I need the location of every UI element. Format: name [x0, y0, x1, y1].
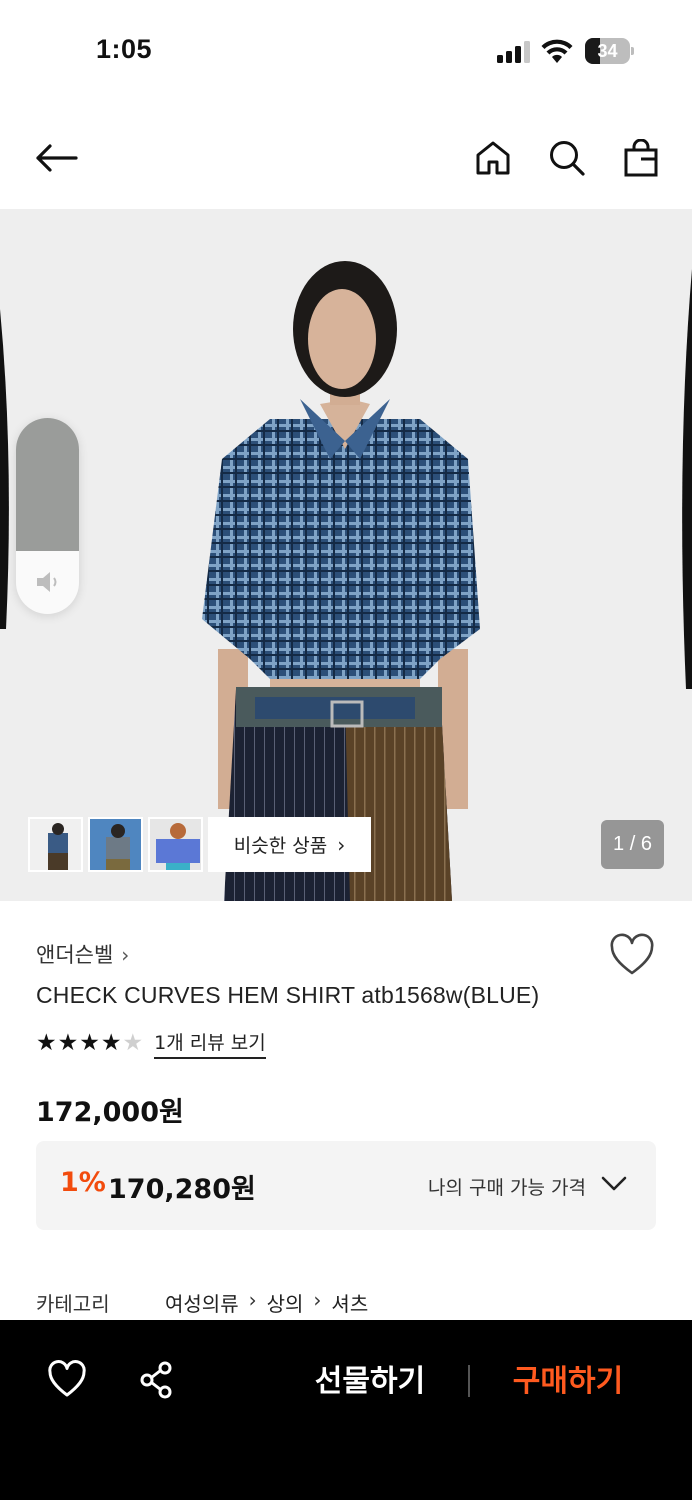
- star-rating: ★ ★ ★ ★ ★: [36, 1030, 144, 1056]
- battery-percent: 34: [597, 41, 618, 61]
- home-button[interactable]: [469, 134, 517, 182]
- thumbnail-3[interactable]: [148, 817, 203, 872]
- bottom-action-bar: 선물하기 구매하기: [0, 1320, 692, 1500]
- similar-products-label: 비슷한 상품: [233, 835, 328, 857]
- category-item[interactable]: 여성의류: [165, 1288, 239, 1317]
- thumbnail-image: [150, 819, 201, 870]
- bottom-wishlist-button[interactable]: [47, 1360, 87, 1400]
- chevron-right-icon: ›: [313, 1288, 322, 1312]
- star-filled-icon: ★: [79, 1030, 100, 1056]
- category-item[interactable]: 상의: [267, 1288, 304, 1317]
- thumbnail-image: [90, 819, 141, 870]
- wishlist-button[interactable]: [608, 933, 656, 979]
- heart-icon: [48, 1360, 86, 1397]
- buy-button[interactable]: 구매하기: [488, 1360, 648, 1404]
- thumbnail-1[interactable]: [28, 817, 83, 872]
- arrow-left-icon: [36, 144, 78, 172]
- chevron-right-icon: ›: [248, 1288, 257, 1312]
- star-empty-icon: ★: [122, 1030, 144, 1056]
- search-icon: [550, 141, 585, 176]
- back-button[interactable]: [32, 134, 80, 182]
- home-icon: [476, 141, 510, 175]
- image-page-counter: 1 / 6: [601, 820, 664, 869]
- volume-level: [16, 418, 79, 552]
- chevron-right-icon: ›: [121, 943, 130, 967]
- star-filled-icon: ★: [57, 1030, 79, 1056]
- brand-link[interactable]: 앤더슨벨 ›: [36, 939, 129, 969]
- gift-button[interactable]: 선물하기: [290, 1360, 450, 1404]
- chevron-right-icon: ›: [337, 832, 346, 857]
- share-button[interactable]: [137, 1360, 177, 1400]
- original-price: 172,000원: [36, 1097, 184, 1128]
- wifi-icon: [541, 39, 573, 63]
- top-nav-bar: [0, 110, 692, 205]
- search-button[interactable]: [543, 134, 591, 182]
- rating-row: ★ ★ ★ ★ ★ 1개 리뷰 보기: [36, 1028, 266, 1059]
- speaker-icon: [37, 572, 57, 592]
- divider: [468, 1365, 470, 1397]
- product-image-gallery[interactable]: [0, 209, 692, 901]
- my-price-box[interactable]: 1% 170,280원 나의 구매 가능 가격: [36, 1141, 656, 1230]
- category-label: 카테고리: [36, 1292, 110, 1316]
- chevron-down-icon: [601, 1176, 627, 1191]
- category-breadcrumb: 여성의류 › 상의 › 셔츠: [165, 1288, 368, 1317]
- cellular-signal-icon: [497, 41, 530, 63]
- product-photo: [0, 209, 692, 901]
- star-filled-icon: ★: [36, 1030, 57, 1056]
- volume-hud[interactable]: [16, 418, 79, 614]
- cart-button[interactable]: [617, 134, 665, 182]
- my-price-label: 나의 구매 가능 가격: [428, 1177, 586, 1199]
- thumbnail-image: [30, 819, 81, 870]
- brand-name: 앤더슨벨: [36, 943, 114, 967]
- status-time: 1:05: [96, 34, 153, 64]
- heart-icon: [610, 933, 654, 975]
- star-filled-icon: ★: [100, 1030, 122, 1056]
- shopping-bag-icon: [624, 139, 658, 177]
- status-bar: 1:05 34: [0, 0, 692, 100]
- similar-products-button[interactable]: 비슷한 상품 ›: [208, 817, 371, 872]
- review-link[interactable]: 1개 리뷰 보기: [154, 1028, 266, 1059]
- product-name: CHECK CURVES HEM SHIRT atb1568w(BLUE): [36, 982, 540, 1008]
- category-item[interactable]: 셔츠: [331, 1288, 368, 1317]
- discount-rate: 1%: [60, 1167, 106, 1198]
- thumbnail-2[interactable]: [88, 817, 143, 872]
- battery-indicator: 34: [585, 38, 635, 64]
- discount-price: 170,280원: [108, 1174, 256, 1205]
- share-icon: [140, 1361, 172, 1399]
